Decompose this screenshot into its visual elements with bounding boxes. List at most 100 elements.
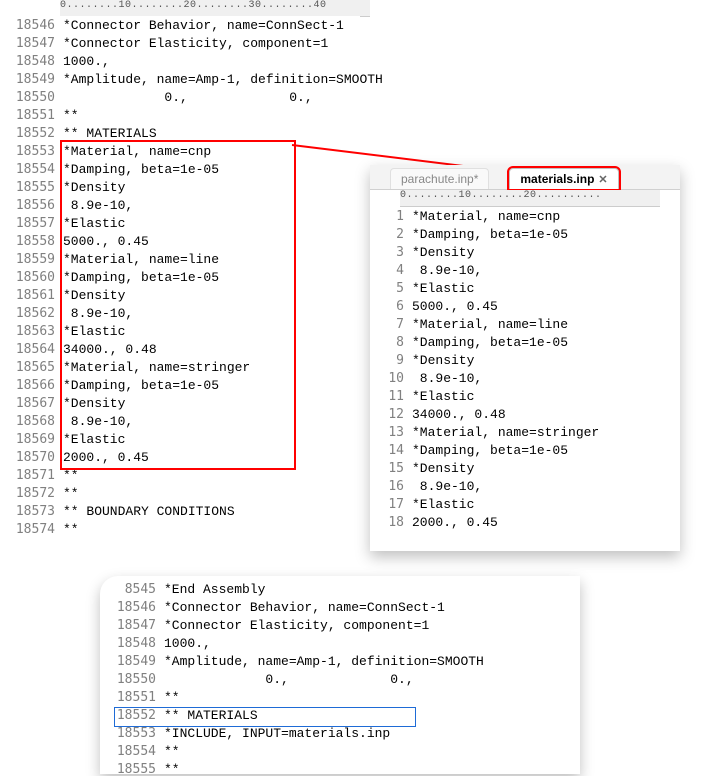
code-text: *Connector Elasticity, component=1 <box>63 36 328 51</box>
line-number: 18555 <box>106 762 164 775</box>
code-line[interactable]: 18551** <box>106 688 484 706</box>
line-number: 18547 <box>0 36 63 51</box>
code-text: 1000., <box>63 54 110 69</box>
code-text: 5000., 0.45 <box>63 234 149 249</box>
code-line[interactable]: 18571** <box>0 466 360 484</box>
line-number: 10 <box>370 371 412 386</box>
editor-include[interactable]: 8545*End Assembly18546*Connector Behavio… <box>106 580 484 774</box>
code-line[interactable]: 1234000., 0.48 <box>370 405 680 423</box>
code-line[interactable]: 17*Elastic <box>370 495 680 513</box>
code-text: ** <box>63 486 79 501</box>
code-line[interactable]: 8545*End Assembly <box>106 580 484 598</box>
code-text: *Damping, beta=1e-05 <box>63 378 219 393</box>
line-number: 18559 <box>0 252 63 267</box>
code-line[interactable]: 18546*Connector Behavior, name=ConnSect-… <box>0 16 360 34</box>
code-line[interactable]: 2*Damping, beta=1e-05 <box>370 225 680 243</box>
code-line[interactable]: 18560*Damping, beta=1e-05 <box>0 268 360 286</box>
code-text: *Damping, beta=1e-05 <box>63 270 219 285</box>
column-ruler-main: 0........10........20........30........4… <box>60 0 370 17</box>
code-line[interactable]: 18573** BOUNDARY CONDITIONS <box>0 502 360 520</box>
code-line[interactable]: 1856434000., 0.48 <box>0 340 360 358</box>
code-text: *End Assembly <box>164 582 265 597</box>
line-number: 18547 <box>106 618 164 633</box>
code-line[interactable]: 18553*Material, name=cnp <box>0 142 360 160</box>
close-icon[interactable]: ✕ <box>598 173 607 186</box>
code-line[interactable]: 18555** <box>106 760 484 774</box>
code-line[interactable]: 10 8.9e-10, <box>370 369 680 387</box>
line-number: 18546 <box>0 18 63 33</box>
code-line[interactable]: 18549*Amplitude, name=Amp-1, definition=… <box>106 652 484 670</box>
code-line[interactable]: 16 8.9e-10, <box>370 477 680 495</box>
code-line[interactable]: 3*Density <box>370 243 680 261</box>
code-line[interactable]: 7*Material, name=line <box>370 315 680 333</box>
code-line[interactable]: 18569*Elastic <box>0 430 360 448</box>
code-text: *Material, name=stringer <box>412 425 599 440</box>
code-line[interactable]: 18547*Connector Elasticity, component=1 <box>0 34 360 52</box>
code-line[interactable]: 182000., 0.45 <box>370 513 680 531</box>
code-text: *Elastic <box>63 216 125 231</box>
line-number: 18548 <box>106 636 164 651</box>
editor-materials[interactable]: 1*Material, name=cnp2*Damping, beta=1e-0… <box>370 207 680 531</box>
line-number: 18571 <box>0 468 63 483</box>
line-number: 18551 <box>0 108 63 123</box>
code-line[interactable]: 18552** MATERIALS <box>106 706 484 724</box>
code-line[interactable]: 18554** <box>106 742 484 760</box>
code-line[interactable]: 18574** <box>0 520 360 538</box>
line-number: 18565 <box>0 360 63 375</box>
code-line[interactable]: 18550 0., 0., <box>0 88 360 106</box>
code-line[interactable]: 18552** MATERIALS <box>0 124 360 142</box>
code-line[interactable]: 185702000., 0.45 <box>0 448 360 466</box>
code-line[interactable]: 185481000., <box>0 52 360 70</box>
code-text: *Elastic <box>412 389 474 404</box>
line-number: 16 <box>370 479 412 494</box>
code-line[interactable]: 5*Elastic <box>370 279 680 297</box>
code-line[interactable]: 9*Density <box>370 351 680 369</box>
code-line[interactable]: 18551** <box>0 106 360 124</box>
code-line[interactable]: 13*Material, name=stringer <box>370 423 680 441</box>
code-text: *Material, name=cnp <box>63 144 211 159</box>
code-line[interactable]: 18550 0., 0., <box>106 670 484 688</box>
code-line[interactable]: 8*Damping, beta=1e-05 <box>370 333 680 351</box>
code-text: ** MATERIALS <box>164 708 258 723</box>
code-line[interactable]: 14*Damping, beta=1e-05 <box>370 441 680 459</box>
tab-materials[interactable]: materials.inp ✕ <box>509 168 618 189</box>
code-text: 8.9e-10, <box>63 414 133 429</box>
code-text: ** <box>164 744 180 759</box>
code-line[interactable]: 18557*Elastic <box>0 214 360 232</box>
line-number: 7 <box>370 317 412 332</box>
code-line[interactable]: 1*Material, name=cnp <box>370 207 680 225</box>
code-line[interactable]: 18553*INCLUDE, INPUT=materials.inp <box>106 724 484 742</box>
code-line[interactable]: 18554*Damping, beta=1e-05 <box>0 160 360 178</box>
line-number: 18567 <box>0 396 63 411</box>
code-line[interactable]: 18562 8.9e-10, <box>0 304 360 322</box>
code-text: *Damping, beta=1e-05 <box>412 335 568 350</box>
code-line[interactable]: 18555*Density <box>0 178 360 196</box>
editor-main[interactable]: 18546*Connector Behavior, name=ConnSect-… <box>0 16 360 538</box>
code-text: 0., 0., <box>63 90 313 105</box>
code-line[interactable]: 65000., 0.45 <box>370 297 680 315</box>
code-line[interactable]: 18567*Density <box>0 394 360 412</box>
code-text: *Connector Elasticity, component=1 <box>164 618 429 633</box>
tab-parachute[interactable]: parachute.inp* <box>390 168 489 189</box>
code-line[interactable]: 18563*Elastic <box>0 322 360 340</box>
code-line[interactable]: 18566*Damping, beta=1e-05 <box>0 376 360 394</box>
code-line[interactable]: 18561*Density <box>0 286 360 304</box>
code-line[interactable]: 18549*Amplitude, name=Amp-1, definition=… <box>0 70 360 88</box>
code-line[interactable]: 18546*Connector Behavior, name=ConnSect-… <box>106 598 484 616</box>
code-line[interactable]: 18547*Connector Elasticity, component=1 <box>106 616 484 634</box>
code-line[interactable]: 18565*Material, name=stringer <box>0 358 360 376</box>
code-line[interactable]: 18568 8.9e-10, <box>0 412 360 430</box>
line-number: 14 <box>370 443 412 458</box>
line-number: 13 <box>370 425 412 440</box>
code-line[interactable]: 4 8.9e-10, <box>370 261 680 279</box>
code-line[interactable]: 15*Density <box>370 459 680 477</box>
code-line[interactable]: 185481000., <box>106 634 484 652</box>
code-line[interactable]: 185585000., 0.45 <box>0 232 360 250</box>
code-line[interactable]: 18572** <box>0 484 360 502</box>
code-line[interactable]: 18556 8.9e-10, <box>0 196 360 214</box>
code-line[interactable]: 18559*Material, name=line <box>0 250 360 268</box>
code-text: 8.9e-10, <box>412 479 482 494</box>
code-line[interactable]: 11*Elastic <box>370 387 680 405</box>
code-text: ** <box>63 468 79 483</box>
code-text: ** <box>164 762 180 775</box>
